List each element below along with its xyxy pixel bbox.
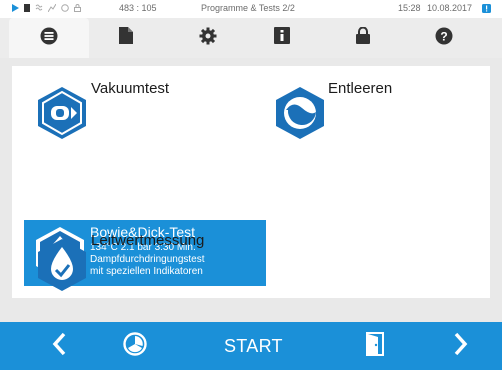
timer-button[interactable] (110, 322, 160, 370)
screen-title: Programme & Tests 2/2 (201, 3, 295, 13)
door-icon (366, 331, 384, 361)
clock-status-icon (61, 4, 69, 14)
document-status-icon (24, 4, 30, 14)
program-label: Entleeren (328, 80, 393, 97)
chevron-left-icon (52, 332, 66, 361)
document-icon (119, 27, 133, 49)
coordinate-readout: 483 : 105 (119, 3, 157, 13)
lock-status-icon (74, 4, 81, 14)
vacuum-test-icon (36, 86, 88, 145)
play-status-icon (12, 4, 19, 14)
status-bar: 483 : 105 Programme & Tests 2/2 15:28 10… (0, 0, 502, 18)
lock-icon (356, 26, 370, 49)
menu-list-icon (40, 27, 58, 50)
timer-icon (123, 331, 147, 361)
program-leitwertmessung[interactable]: Leitwertmessung (22, 232, 262, 294)
conductivity-icon (36, 238, 88, 297)
help-icon: ? (435, 27, 453, 50)
tab-programs[interactable] (9, 18, 89, 58)
program-vakuumtest[interactable]: Vakuumtest (22, 80, 252, 144)
drain-icon (274, 86, 326, 145)
water-status-icon (35, 4, 43, 14)
program-label: Leitwertmessung (91, 232, 205, 249)
alert-icon[interactable] (482, 4, 491, 13)
tab-security[interactable] (333, 18, 393, 58)
gear-icon (199, 27, 217, 50)
tab-logs[interactable] (96, 18, 156, 58)
program-label: Vakuumtest (91, 80, 170, 97)
info-book-icon (274, 27, 290, 49)
next-button[interactable] (436, 322, 486, 370)
start-button[interactable]: START (224, 336, 283, 357)
tab-help[interactable]: ? (414, 18, 474, 58)
status-indicators (12, 3, 81, 14)
tab-bar: ? (0, 18, 502, 58)
door-button[interactable] (350, 322, 400, 370)
sterilizer-screen: 483 : 105 Programme & Tests 2/2 15:28 10… (0, 0, 502, 370)
tab-info[interactable] (252, 18, 312, 58)
clock-date: 10.08.2017 (427, 3, 473, 13)
chevron-right-icon (454, 332, 468, 361)
graph-status-icon (47, 3, 57, 14)
program-list-panel: Vakuumtest Entleeren Bowie&Dick-Test 134… (12, 66, 490, 298)
clock-time: 15:28 (398, 3, 421, 13)
previous-button[interactable] (34, 322, 84, 370)
bottom-action-bar: START (0, 322, 502, 370)
tab-settings[interactable] (178, 18, 238, 58)
program-entleeren[interactable]: Entleeren (260, 80, 480, 144)
svg-text:?: ? (440, 29, 447, 43)
